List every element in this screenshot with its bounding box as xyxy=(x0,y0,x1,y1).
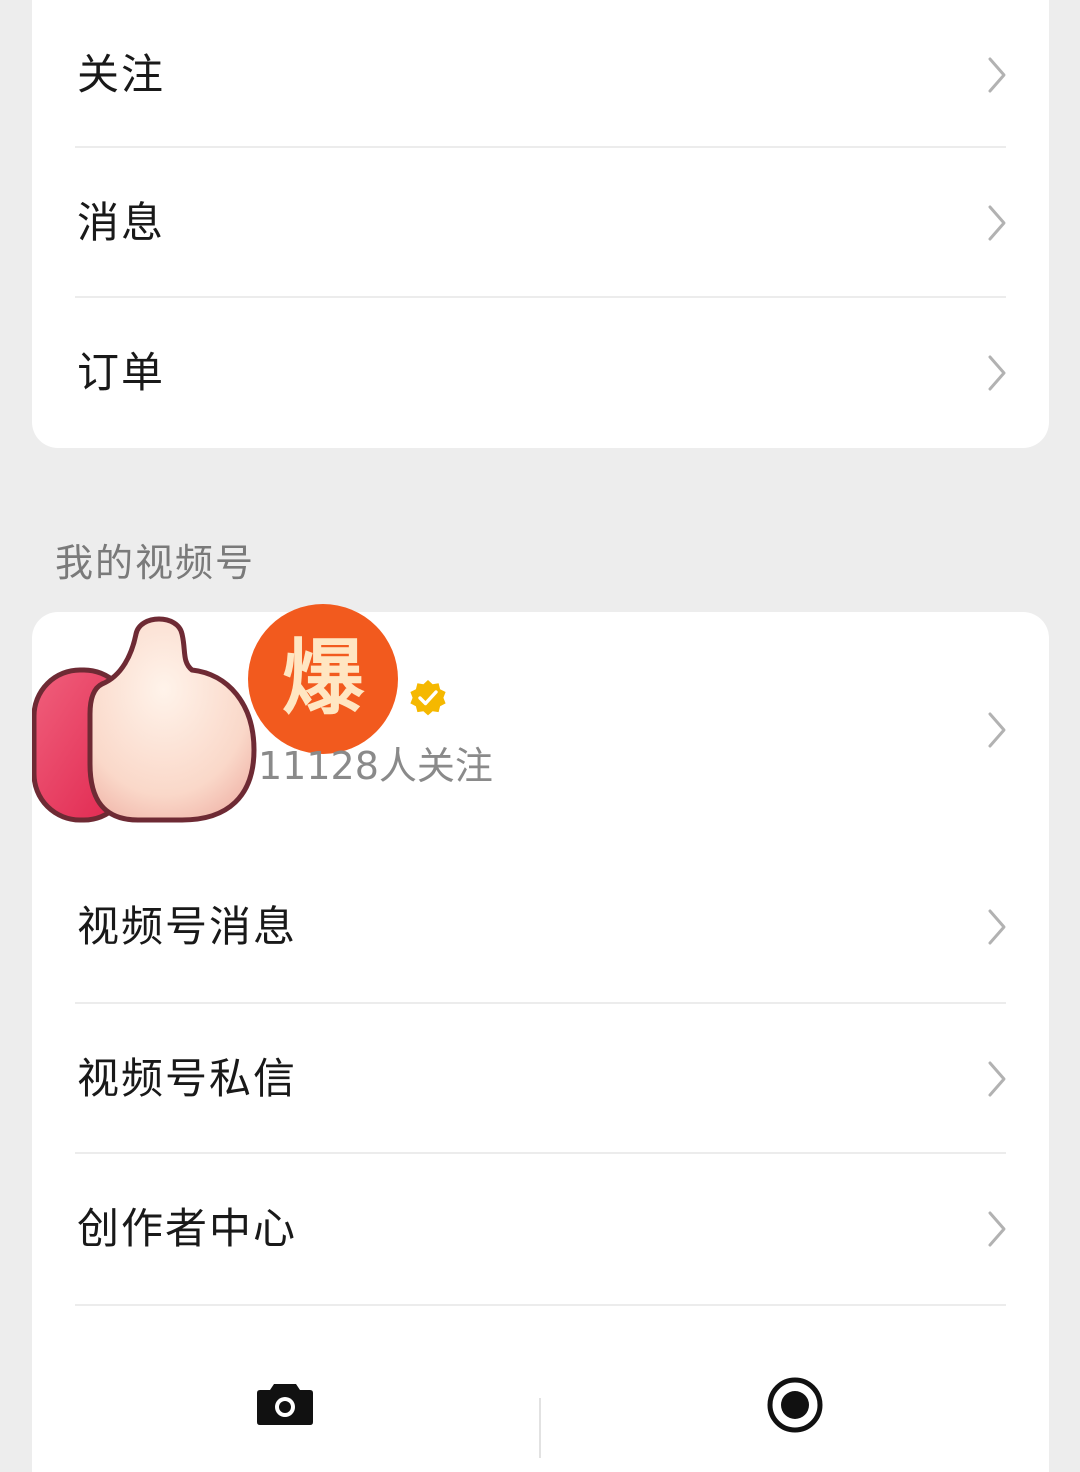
chevron-right-icon xyxy=(988,1211,1006,1247)
chevron-right-icon xyxy=(988,712,1006,748)
verified-badge-icon xyxy=(410,680,446,716)
menu-row-label: 消息 xyxy=(77,198,166,247)
chevron-right-icon xyxy=(988,205,1006,241)
action-separator xyxy=(539,1398,541,1458)
divider xyxy=(75,1304,1006,1306)
boom-badge: 爆 xyxy=(248,604,398,754)
menu-row-label: 订单 xyxy=(77,348,166,397)
menu-row-channel-dms[interactable]: 视频号私信 xyxy=(32,1004,1049,1154)
live-record-icon[interactable] xyxy=(766,1376,824,1434)
channels-card: 爆 11128人关注 视频号消息 视频号私信 创作者中心 xyxy=(32,604,1049,1472)
section-title: 我的视频号 xyxy=(55,541,256,585)
camera-icon[interactable] xyxy=(256,1380,314,1426)
menu-row-label: 视频号私信 xyxy=(77,1054,298,1103)
menu-row-channel-messages[interactable]: 视频号消息 xyxy=(32,852,1049,1002)
menu-row-label: 关注 xyxy=(77,50,166,99)
chevron-right-icon xyxy=(988,57,1006,93)
channel-profile-row[interactable]: 爆 11128人关注 xyxy=(32,604,1049,852)
chevron-right-icon xyxy=(988,355,1006,391)
menu-row-label: 视频号消息 xyxy=(77,902,298,951)
chevron-right-icon xyxy=(988,1061,1006,1097)
thumbs-up-sticker-icon xyxy=(32,616,257,823)
menu-row-follow[interactable]: 关注 xyxy=(32,0,1049,150)
menu-row-messages[interactable]: 消息 xyxy=(32,148,1049,298)
menu-row-label: 创作者中心 xyxy=(77,1204,298,1253)
menu-row-orders[interactable]: 订单 xyxy=(32,298,1049,448)
top-menu-card: 关注 消息 订单 xyxy=(32,0,1049,448)
chevron-right-icon xyxy=(988,909,1006,945)
menu-row-creator-center[interactable]: 创作者中心 xyxy=(32,1154,1049,1304)
follower-count: 11128人关注 xyxy=(258,744,493,788)
